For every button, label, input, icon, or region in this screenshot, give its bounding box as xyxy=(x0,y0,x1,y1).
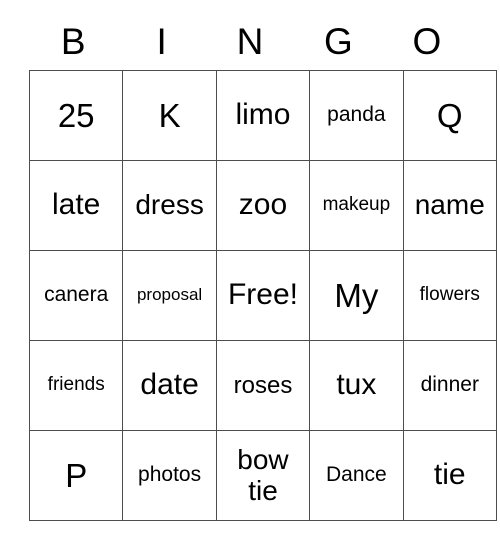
bingo-card: B I N G O 25 K limo panda Q late dress z… xyxy=(28,12,497,521)
bingo-cell-label: bow tie xyxy=(237,444,289,506)
bingo-cell[interactable]: date xyxy=(122,340,217,431)
bingo-cell-free[interactable]: Free! xyxy=(215,250,311,341)
bingo-cell[interactable]: tie xyxy=(402,430,497,521)
bingo-cell-label: Dance xyxy=(326,463,387,487)
bingo-cell[interactable]: friends xyxy=(28,340,124,431)
bingo-cell-label: date xyxy=(140,368,199,402)
bingo-cell[interactable]: P xyxy=(28,430,124,521)
bingo-cell[interactable]: photos xyxy=(122,430,217,521)
bingo-header-letter-n: N xyxy=(236,20,264,62)
bingo-cell-label: makeup xyxy=(322,194,391,216)
bingo-cell-label: tie xyxy=(433,458,466,492)
bingo-cell-label: 25 xyxy=(57,96,95,134)
bingo-cell[interactable]: proposal xyxy=(122,250,217,341)
bingo-row: P photos bow tie Dance tie xyxy=(28,430,497,521)
bingo-cell-label: late xyxy=(52,188,101,222)
bingo-cell-label: proposal xyxy=(136,285,203,305)
bingo-cell-label: name xyxy=(414,189,485,221)
bingo-cell[interactable]: Dance xyxy=(309,430,404,521)
bingo-header-letter-o: O xyxy=(412,20,442,62)
bingo-cell-label: zoo xyxy=(238,188,288,222)
bingo-cell-label: canera xyxy=(44,283,109,307)
bingo-cell[interactable]: canera xyxy=(28,250,124,341)
bingo-header-letter-i: I xyxy=(156,20,167,62)
bingo-header-row: B I N G O xyxy=(29,12,471,70)
bingo-cell-label: limo xyxy=(235,98,291,132)
bingo-cell-label: My xyxy=(334,276,379,314)
bingo-cell-label: Free! xyxy=(227,278,298,312)
bingo-cell[interactable]: roses xyxy=(215,340,311,431)
bingo-cell[interactable]: Q xyxy=(402,70,497,161)
bingo-cell-label: K xyxy=(158,96,181,134)
bingo-cell-label: friends xyxy=(47,374,105,396)
bingo-cell[interactable]: tux xyxy=(309,340,404,431)
bingo-cell-label: dinner xyxy=(420,373,479,397)
bingo-cell[interactable]: 25 xyxy=(28,70,124,161)
bingo-cell-label: panda xyxy=(327,103,386,127)
bingo-cell[interactable]: My xyxy=(309,250,404,341)
bingo-cell-label: flowers xyxy=(419,284,480,306)
bingo-cell-label: tux xyxy=(336,368,377,402)
bingo-cell[interactable]: name xyxy=(402,160,497,251)
bingo-row: canera proposal Free! My flowers xyxy=(28,250,497,341)
bingo-cell[interactable]: panda xyxy=(309,70,404,161)
bingo-header-letter-b: B xyxy=(60,20,86,62)
bingo-row: late dress zoo makeup name xyxy=(28,160,497,251)
bingo-cell[interactable]: makeup xyxy=(309,160,404,251)
bingo-cell-label: photos xyxy=(138,463,202,487)
bingo-grid: 25 K limo panda Q late dress zoo makeup … xyxy=(28,70,497,521)
bingo-cell-label: roses xyxy=(233,371,293,399)
bingo-cell-label: P xyxy=(65,456,88,494)
bingo-cell[interactable]: zoo xyxy=(215,160,311,251)
bingo-cell[interactable]: dress xyxy=(122,160,217,251)
bingo-cell[interactable]: dinner xyxy=(402,340,497,431)
bingo-cell[interactable]: K xyxy=(122,70,217,161)
bingo-row: friends date roses tux dinner xyxy=(28,340,497,431)
bingo-cell[interactable]: flowers xyxy=(402,250,497,341)
bingo-cell[interactable]: late xyxy=(28,160,124,251)
bingo-cell[interactable]: limo xyxy=(215,70,311,161)
bingo-row: 25 K limo panda Q xyxy=(28,70,497,161)
bingo-header-letter-g: G xyxy=(324,20,353,62)
bingo-cell[interactable]: bow tie xyxy=(215,430,311,521)
bingo-cell-label: Q xyxy=(436,96,463,134)
bingo-cell-label: dress xyxy=(135,189,204,221)
